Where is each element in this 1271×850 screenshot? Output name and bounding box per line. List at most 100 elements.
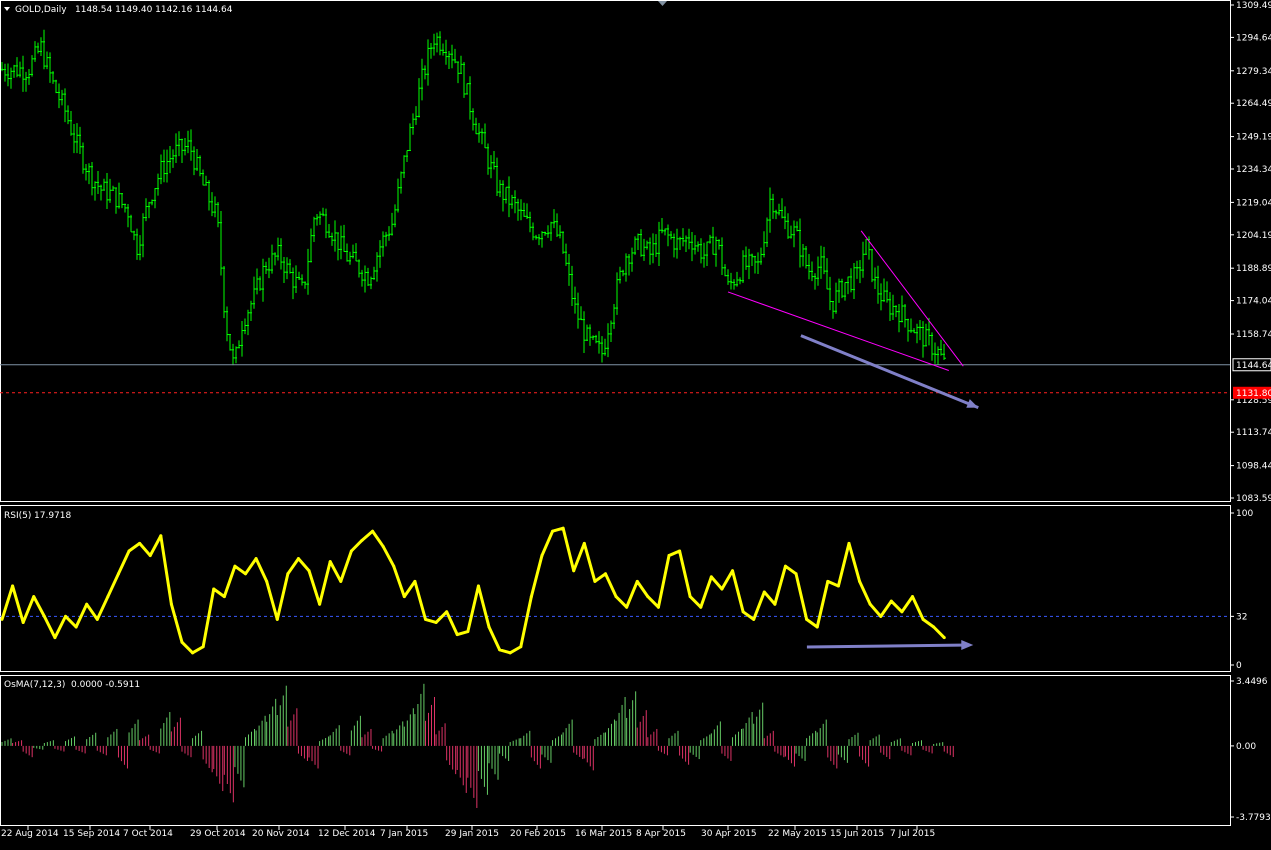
candle <box>775 209 778 220</box>
candle <box>865 239 868 255</box>
candle <box>601 336 604 363</box>
candle <box>913 328 916 334</box>
candle <box>403 155 406 179</box>
candle <box>514 190 517 214</box>
candle <box>247 309 250 336</box>
candle <box>763 231 766 258</box>
candle <box>571 265 574 307</box>
rsi-point <box>889 599 893 603</box>
rsi-point <box>371 529 375 533</box>
rsi-point <box>349 549 353 553</box>
candle <box>790 225 793 239</box>
symbol-dropdown-icon[interactable] <box>4 7 10 11</box>
candle <box>670 231 673 240</box>
rsi-panel[interactable]: 100 32 0 RSI(5) 17.9718 <box>0 509 1253 671</box>
candle <box>748 248 751 280</box>
candle <box>535 234 538 240</box>
candle <box>811 261 814 282</box>
candle <box>637 233 640 251</box>
candle <box>46 51 49 70</box>
candle <box>907 318 910 342</box>
candle <box>433 33 436 56</box>
candle <box>427 39 430 86</box>
candle <box>283 256 286 283</box>
time-tick-label: 8 Apr 2015 <box>636 829 686 839</box>
price-panel-title: GOLD,Daily <box>15 5 67 15</box>
candle <box>130 214 133 233</box>
candle <box>430 43 433 59</box>
candle <box>832 300 835 319</box>
candle <box>358 259 361 278</box>
candle <box>487 143 490 175</box>
candle <box>859 260 862 284</box>
time-tick-label: 30 Apr 2015 <box>701 829 757 839</box>
rsi-point <box>159 534 163 538</box>
rsi-point <box>476 584 480 588</box>
candle <box>841 278 844 299</box>
candle <box>265 261 268 275</box>
candle <box>340 225 343 260</box>
candle <box>709 234 712 244</box>
candle <box>643 238 646 261</box>
candle <box>82 142 85 174</box>
price-tick-label: 1294.64 <box>1236 33 1271 43</box>
price-down-arrow-shaft <box>800 334 979 410</box>
candle <box>121 193 124 209</box>
candle <box>481 128 484 145</box>
osma-tick-label: -3.7793 <box>1236 813 1271 823</box>
candle <box>115 187 118 214</box>
price-panel[interactable]: 1309.49 1294.64 1279.34 1264.49 1249.19 1234.… <box>0 1 1271 504</box>
candle <box>526 203 529 220</box>
candle <box>901 295 904 323</box>
candle <box>154 188 157 209</box>
candle <box>619 266 622 284</box>
candle <box>133 230 136 241</box>
candle <box>454 48 457 64</box>
rsi-point <box>911 595 915 599</box>
candle <box>862 241 865 278</box>
rsi-series <box>0 526 974 655</box>
candle <box>529 211 532 233</box>
candle <box>205 175 208 186</box>
time-axis: 22 Aug 2014 15 Sep 2014 7 Oct 2014 29 Oct 2… <box>1 826 935 839</box>
candle <box>688 228 691 250</box>
price-ohlc-readout: 1148.54 1149.40 1142.16 1144.64 <box>75 5 233 15</box>
candle <box>727 269 730 285</box>
candle <box>376 252 379 282</box>
rsi-point <box>445 610 449 614</box>
candle <box>469 76 472 120</box>
time-tick-label: 15 Sep 2014 <box>63 829 120 839</box>
rsi-point <box>138 541 142 545</box>
candle <box>196 148 199 171</box>
rsi-point <box>64 614 68 618</box>
osma-bars <box>1 683 954 808</box>
rsi-point <box>148 554 152 558</box>
candle <box>271 244 274 274</box>
price-axis: 1309.49 1294.64 1279.34 1264.49 1249.19 1234.… <box>1230 1 1271 504</box>
candle <box>331 232 334 246</box>
candle <box>262 258 265 302</box>
rsi-arrow-head-icon <box>961 640 974 650</box>
candle <box>52 71 55 84</box>
osma-axis: 3.4496 0.00 -3.7793 <box>1230 677 1271 823</box>
target-price-label: 1131.80 <box>1236 389 1271 399</box>
candle <box>70 110 73 136</box>
candle <box>880 283 883 311</box>
candle <box>583 311 586 353</box>
candle <box>898 303 901 333</box>
price-tick-label: 1098.44 <box>1236 462 1271 472</box>
chart-canvas[interactable]: 1309.49 1294.64 1279.34 1264.49 1249.19 1234.… <box>0 0 1271 846</box>
rsi-point <box>879 614 883 618</box>
candle <box>106 172 109 209</box>
candle <box>169 146 172 174</box>
trading-chart-window[interactable]: 1309.49 1294.64 1279.34 1264.49 1249.19 1234.… <box>0 0 1271 846</box>
candle <box>754 255 757 274</box>
chart-shift-marker-icon[interactable] <box>658 1 667 6</box>
candle <box>214 196 217 218</box>
candle <box>178 131 181 157</box>
candle <box>352 244 355 259</box>
osma-panel[interactable]: 3.4496 0.00 -3.7793 OsMA(7,12,3) 0.0000 -0… <box>1 677 1271 823</box>
candle <box>457 61 460 84</box>
candle <box>916 323 919 344</box>
candle <box>85 163 88 181</box>
